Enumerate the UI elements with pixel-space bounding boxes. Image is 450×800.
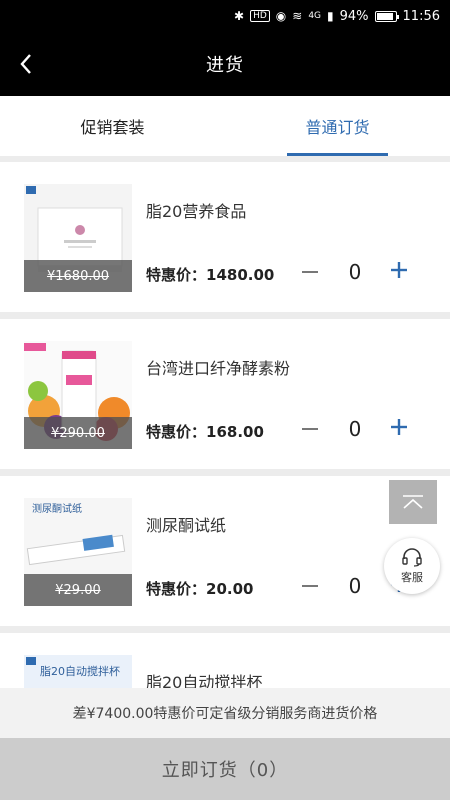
deal-price: 特惠价：1480.00 bbox=[146, 264, 274, 285]
eye-icon: ◉ bbox=[275, 9, 287, 23]
deal-label: 特惠价： bbox=[146, 580, 207, 598]
deal-price: 特惠价：168.00 bbox=[146, 421, 264, 442]
original-price: ¥29.00 bbox=[24, 574, 132, 606]
original-price: ¥290.00 bbox=[24, 417, 132, 449]
tab-regular-order[interactable]: 普通订货 bbox=[225, 96, 450, 156]
increase-button[interactable] bbox=[386, 256, 412, 284]
hd-badge: HD bbox=[250, 10, 270, 22]
quantity-value: 0 bbox=[348, 260, 362, 284]
product-thumbnail[interactable]: ¥290.00 bbox=[24, 341, 132, 449]
tab-promo-sets[interactable]: 促销套装 bbox=[0, 96, 225, 156]
clock: 11:56 bbox=[402, 8, 440, 24]
increase-button[interactable] bbox=[386, 413, 412, 441]
deal-label: 特惠价： bbox=[146, 423, 207, 441]
deal-label: 特惠价： bbox=[146, 266, 207, 284]
back-button[interactable] bbox=[8, 44, 44, 84]
product-item: ¥1680.00 脂20营养食品 特惠价：1480.00 0 bbox=[0, 162, 450, 312]
plus-icon bbox=[391, 419, 407, 435]
chevron-left-icon bbox=[20, 54, 31, 74]
quantity-value: 0 bbox=[348, 574, 362, 598]
product-name: 台湾进口纤净酵素粉 bbox=[146, 359, 291, 378]
chevron-up-icon bbox=[403, 495, 423, 509]
bluetooth-icon: ✱ bbox=[234, 9, 245, 23]
customer-service-button[interactable]: 客服 bbox=[384, 538, 440, 594]
page-title: 进货 bbox=[206, 55, 244, 76]
original-price: ¥1680.00 bbox=[24, 260, 132, 292]
product-thumbnail[interactable]: ¥1680.00 bbox=[24, 184, 132, 292]
thumb-label: 测尿酮试纸 bbox=[32, 502, 82, 515]
product-name: 测尿酮试纸 bbox=[146, 516, 227, 535]
decrease-button[interactable] bbox=[300, 415, 320, 443]
price-notice: 差¥7400.00特惠价可定省级分销服务商进货价格 bbox=[0, 688, 450, 738]
network-label: 4G bbox=[308, 11, 322, 21]
signal-icon: ▮ bbox=[327, 9, 334, 23]
deal-value: 168.00 bbox=[206, 423, 264, 441]
quantity-value: 0 bbox=[348, 417, 362, 441]
product-thumbnail[interactable]: 测尿酮试纸 ¥29.00 bbox=[24, 498, 132, 606]
battery-fill bbox=[376, 12, 394, 20]
deal-value: 20.00 bbox=[206, 580, 254, 598]
tab-bar: 促销套装 普通订货 bbox=[0, 96, 450, 156]
battery-icon bbox=[374, 10, 399, 22]
thumb-label: 脂20自动搅拌杯 bbox=[40, 664, 120, 678]
headset-icon bbox=[402, 548, 422, 567]
plus-icon bbox=[391, 262, 407, 278]
wifi-icon: ≋ bbox=[292, 9, 303, 23]
minus-icon bbox=[302, 271, 318, 273]
minus-icon bbox=[302, 428, 318, 430]
header: 进货 bbox=[0, 32, 450, 96]
deal-value: 1480.00 bbox=[206, 266, 275, 284]
order-now-button[interactable]: 立即订货（0） bbox=[0, 738, 450, 800]
scroll-to-top-button[interactable] bbox=[389, 480, 437, 524]
product-item: ¥290.00 台湾进口纤净酵素粉 特惠价：168.00 0 bbox=[0, 319, 450, 469]
battery-percent: 94% bbox=[339, 8, 369, 24]
decrease-button[interactable] bbox=[300, 572, 320, 600]
customer-service-label: 客服 bbox=[401, 571, 423, 584]
product-name: 脂20营养食品 bbox=[146, 202, 247, 221]
minus-icon bbox=[302, 585, 318, 587]
deal-price: 特惠价：20.00 bbox=[146, 578, 253, 599]
decrease-button[interactable] bbox=[300, 258, 320, 286]
status-bar: ✱ HD ◉ ≋ 4G ▮ 94% 11:56 bbox=[0, 0, 450, 32]
product-item: 测尿酮试纸 ¥29.00 测尿酮试纸 特惠价：20.00 0 bbox=[0, 476, 450, 626]
